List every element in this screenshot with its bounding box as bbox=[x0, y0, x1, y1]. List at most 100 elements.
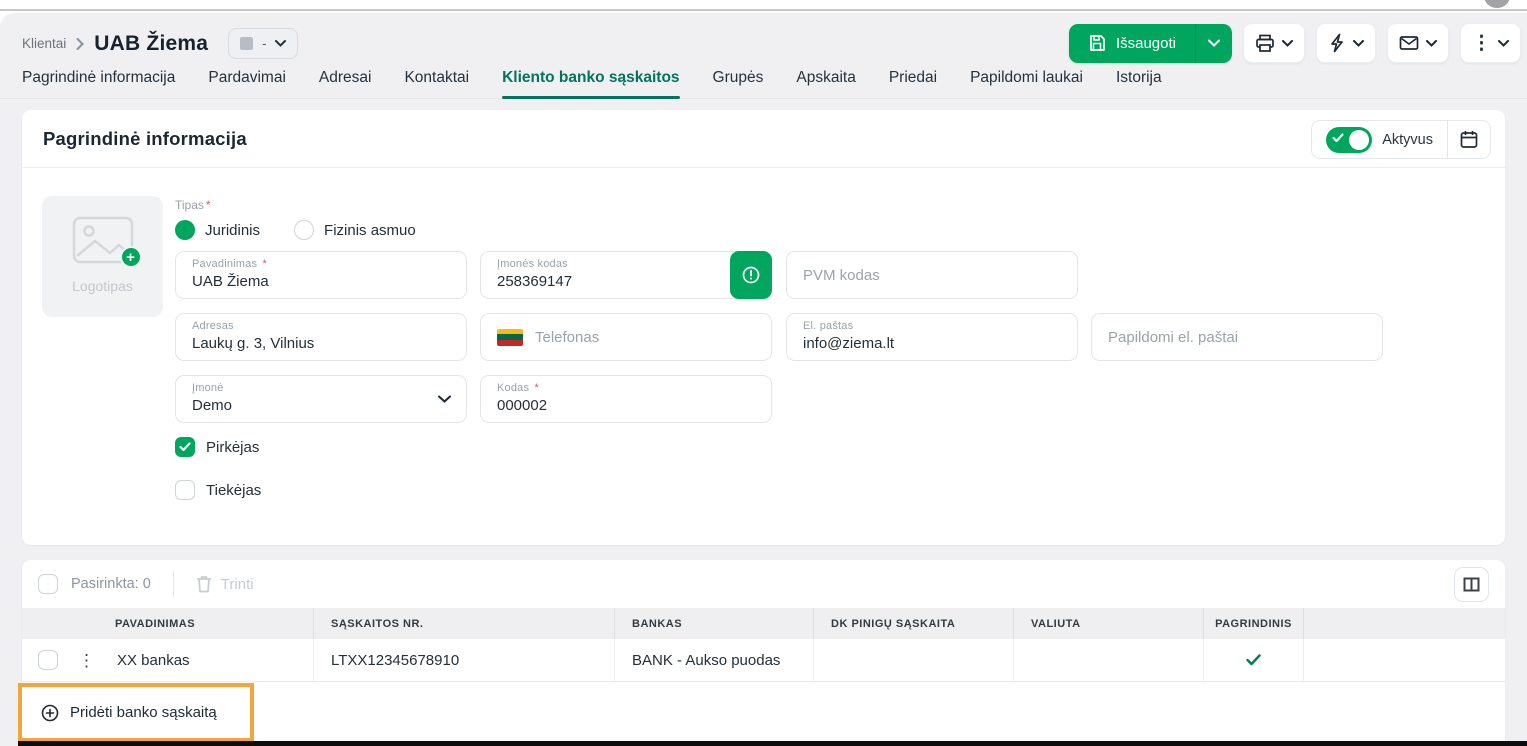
bottom-edge-bar bbox=[18, 741, 1527, 746]
table-row[interactable]: ⋮ XX bankas LTXX12345678910 BANK - Aukso… bbox=[22, 639, 1505, 682]
trash-icon bbox=[196, 575, 212, 593]
status-value: - bbox=[262, 36, 266, 51]
save-button[interactable]: Išsaugoti bbox=[1069, 24, 1232, 63]
cell-saskaitos-nr: LTXX12345678910 bbox=[313, 639, 614, 681]
radio-fizinis-asmuo[interactable]: Fizinis asmuo bbox=[294, 220, 416, 240]
column-header-pavadinimas[interactable]: PAVADINIMAS bbox=[22, 608, 313, 639]
logo-label: Logotipas bbox=[72, 278, 133, 294]
radio-unselected-icon bbox=[294, 220, 314, 240]
chevron-down-icon bbox=[275, 40, 286, 47]
kodas-field[interactable]: Kodas * 000002 bbox=[480, 375, 772, 423]
radio-juridinis[interactable]: Juridinis bbox=[175, 220, 260, 240]
kodas-value: 000002 bbox=[497, 397, 755, 414]
automation-button[interactable] bbox=[1316, 23, 1376, 63]
tab-istorija[interactable]: Istorija bbox=[1116, 69, 1162, 98]
chevron-down-icon bbox=[1282, 40, 1293, 47]
pirkejas-checkbox[interactable]: Pirkėjas bbox=[175, 437, 259, 457]
breadcrumb-parent[interactable]: Klientai bbox=[22, 36, 66, 51]
add-bank-account-button[interactable]: Pridėti banko sąskaitą bbox=[22, 704, 217, 722]
pvm-kodas-field[interactable]: PVM kodas bbox=[786, 251, 1078, 299]
status-dropdown[interactable]: - bbox=[228, 28, 298, 59]
tab-priedai[interactable]: Priedai bbox=[889, 69, 937, 98]
row-bank-name: XX bankas bbox=[117, 652, 190, 669]
column-header-saskaitos-nr[interactable]: SĄSKAITOS NR. bbox=[313, 608, 614, 639]
column-header-bankas[interactable]: BANKAS bbox=[614, 608, 813, 639]
save-button-label: Išsaugoti bbox=[1116, 35, 1176, 52]
imone-value: Demo bbox=[192, 397, 450, 414]
tab-apskaita[interactable]: Apskaita bbox=[796, 69, 855, 98]
divider bbox=[173, 571, 174, 597]
column-header-pagrindinis[interactable]: PAGRINDINIS bbox=[1203, 608, 1303, 639]
imones-kodas-field[interactable]: Įmonės kodas 258369147 bbox=[480, 251, 772, 299]
tab-pardavimai[interactable]: Pardavimai bbox=[208, 69, 286, 98]
active-toggle[interactable]: Aktyvus bbox=[1312, 127, 1447, 153]
telefonas-field[interactable]: Telefonas bbox=[480, 313, 772, 361]
cell-bankas: BANK - Aukso puodas bbox=[614, 639, 813, 681]
column-header-empty bbox=[1303, 608, 1505, 639]
tab-kontaktai[interactable]: Kontaktai bbox=[404, 69, 469, 98]
company-code-lookup-button[interactable] bbox=[730, 251, 772, 299]
type-radio-group: Juridinis Fizinis asmuo bbox=[175, 220, 416, 240]
kebab-icon: ⋮ bbox=[1472, 32, 1491, 55]
pavadinimas-value: UAB Žiema bbox=[192, 273, 450, 290]
tab-pagrindine-informacija[interactable]: Pagrindinė informacija bbox=[22, 69, 175, 98]
status-swatch bbox=[240, 37, 253, 50]
column-header-dk-pinigu-saskaita[interactable]: DK PINIGŲ SĄSKAITA bbox=[813, 608, 1013, 639]
plus-circle-icon bbox=[41, 704, 59, 722]
chevron-down-icon bbox=[1426, 40, 1437, 47]
checkbox-unchecked-icon bbox=[175, 480, 195, 500]
save-icon bbox=[1088, 34, 1106, 52]
lithuania-flag-icon[interactable] bbox=[497, 329, 523, 346]
browser-avatar bbox=[1484, 0, 1510, 8]
tab-kliento-banko-saskaitos[interactable]: Kliento banko sąskaitos bbox=[502, 69, 679, 98]
add-bank-account-label: Pridėti banko sąskaitą bbox=[70, 704, 217, 721]
toggle-switch[interactable] bbox=[1326, 127, 1372, 153]
column-header-valiuta[interactable]: VALIUTA bbox=[1013, 608, 1203, 639]
selected-count-label: Pasirinkta: 0 bbox=[71, 576, 151, 592]
check-icon bbox=[1332, 133, 1344, 143]
tab-bar: Pagrindinė informacija Pardavimai Adresa… bbox=[0, 69, 1527, 99]
top-strip bbox=[0, 0, 1527, 11]
annotation-highlight: Pridėti banko sąskaitą bbox=[18, 683, 254, 742]
breadcrumb: Klientai UAB Žiema - bbox=[22, 28, 298, 59]
primary-check-icon bbox=[1246, 654, 1261, 666]
logo-upload[interactable]: + Logotipas bbox=[42, 196, 163, 317]
calendar-button[interactable] bbox=[1448, 121, 1490, 159]
more-actions-button[interactable]: ⋮ bbox=[1460, 23, 1521, 63]
adresas-field[interactable]: Adresas Laukų g. 3, Vilnius bbox=[175, 313, 467, 361]
tab-adresai[interactable]: Adresai bbox=[319, 69, 372, 98]
active-toggle-group: Aktyvus bbox=[1311, 120, 1491, 159]
tab-papildomi-laukai[interactable]: Papildomi laukai bbox=[970, 69, 1083, 98]
print-button[interactable] bbox=[1243, 23, 1305, 63]
screen: Klientai UAB Žiema - Išsaugoti bbox=[0, 0, 1527, 746]
chevron-down-icon bbox=[438, 395, 451, 403]
adresas-value: Laukų g. 3, Vilnius bbox=[192, 335, 450, 352]
type-label: Tipas* bbox=[175, 198, 211, 212]
radio-selected-icon bbox=[175, 220, 195, 240]
table-toolbar: Pasirinkta: 0 Trinti bbox=[22, 560, 1505, 608]
add-logo-icon[interactable]: + bbox=[120, 246, 142, 268]
lightning-icon bbox=[1328, 33, 1346, 53]
email-button[interactable] bbox=[1387, 23, 1449, 63]
save-dropdown-button[interactable] bbox=[1195, 24, 1232, 63]
cell-empty bbox=[1303, 639, 1505, 681]
tab-grupes[interactable]: Grupės bbox=[713, 69, 764, 98]
pavadinimas-field[interactable]: Pavadinimas * UAB Žiema bbox=[175, 251, 467, 299]
row-kebab-icon[interactable]: ⋮ bbox=[78, 652, 95, 669]
tiekejas-checkbox[interactable]: Tiekėjas bbox=[175, 480, 261, 500]
imone-select[interactable]: Įmonė Demo bbox=[175, 375, 467, 423]
cell-pavadinimas: ⋮ XX bankas bbox=[22, 639, 313, 681]
chevron-down-icon bbox=[1353, 40, 1364, 47]
select-all-checkbox[interactable] bbox=[38, 574, 58, 594]
column-settings-button[interactable] bbox=[1454, 567, 1489, 602]
cell-valiuta bbox=[1013, 639, 1203, 681]
delete-button[interactable]: Trinti bbox=[196, 575, 254, 593]
row-checkbox[interactable] bbox=[38, 650, 58, 670]
el-pastas-field[interactable]: El. paštas info@ziema.lt bbox=[786, 313, 1078, 361]
chevron-down-icon bbox=[1498, 40, 1509, 47]
header-actions: Išsaugoti bbox=[1069, 23, 1521, 63]
papildomi-el-pastai-field[interactable]: Papildomi el. paštai bbox=[1091, 313, 1383, 361]
printer-icon bbox=[1255, 34, 1275, 53]
active-toggle-label: Aktyvus bbox=[1382, 132, 1433, 148]
page-title: UAB Žiema bbox=[94, 32, 208, 56]
